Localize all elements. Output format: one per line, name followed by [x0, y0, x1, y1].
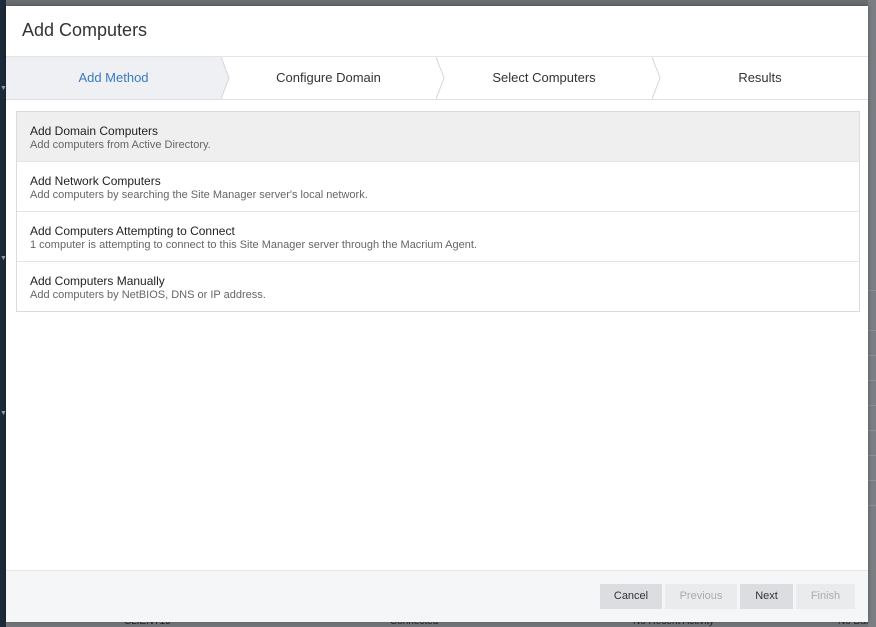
step-label: Select Computers [492, 70, 596, 85]
option-add-domain-computers[interactable]: Add Domain Computers Add computers from … [17, 112, 859, 162]
dialog-title: Add Computers [22, 20, 148, 40]
option-title: Add Network Computers [30, 174, 161, 188]
step-chevron-icon [436, 57, 445, 99]
option-add-network-computers[interactable]: Add Network Computers Add computers by s… [17, 162, 859, 212]
background-row-divider [868, 330, 876, 331]
step-label: Results [738, 70, 782, 85]
step-results[interactable]: Results [652, 57, 868, 99]
step-select-computers[interactable]: Select Computers [436, 57, 652, 99]
cancel-button[interactable]: Cancel [600, 584, 662, 609]
background-row-divider [868, 430, 876, 431]
wizard-steps: Add Method Configure Domain Select Compu… [6, 57, 868, 100]
background-row-divider [868, 355, 876, 356]
background-row-divider [868, 480, 876, 481]
add-method-list: Add Domain Computers Add computers from … [16, 111, 860, 312]
option-description: Add computers by searching the Site Mana… [30, 189, 368, 201]
dialog-header: Add Computers [6, 6, 868, 57]
option-title: Add Domain Computers [30, 124, 159, 138]
add-computers-dialog: Add Computers Add Method Configure Domai… [6, 6, 868, 622]
option-add-computers-attempting-to-connect[interactable]: Add Computers Attempting to Connect 1 co… [17, 212, 859, 262]
option-title: Add Computers Manually [30, 274, 165, 288]
next-button[interactable]: Next [740, 584, 793, 609]
step-chevron-icon [652, 57, 661, 99]
step-chevron-icon [221, 57, 230, 99]
background-row-divider [868, 405, 876, 406]
background-table-edge [868, 0, 876, 627]
option-description: 1 computer is attempting to connect to t… [30, 239, 477, 251]
step-add-method[interactable]: Add Method [6, 57, 221, 99]
option-description: Add computers from Active Directory. [30, 139, 211, 151]
step-label: Configure Domain [276, 70, 381, 85]
finish-button[interactable]: Finish [796, 584, 855, 609]
option-add-computers-manually[interactable]: Add Computers Manually Add computers by … [17, 262, 859, 311]
previous-button[interactable]: Previous [665, 584, 737, 609]
background-row-divider [868, 290, 876, 291]
dialog-footer: Cancel Previous Next Finish [6, 570, 868, 622]
background-row-divider [868, 380, 876, 381]
step-configure-domain[interactable]: Configure Domain [221, 57, 436, 99]
background-row-divider [868, 505, 876, 506]
step-label: Add Method [78, 70, 149, 85]
background-row-divider [868, 455, 876, 456]
option-description: Add computers by NetBIOS, DNS or IP addr… [30, 289, 266, 301]
option-title: Add Computers Attempting to Connect [30, 224, 235, 238]
